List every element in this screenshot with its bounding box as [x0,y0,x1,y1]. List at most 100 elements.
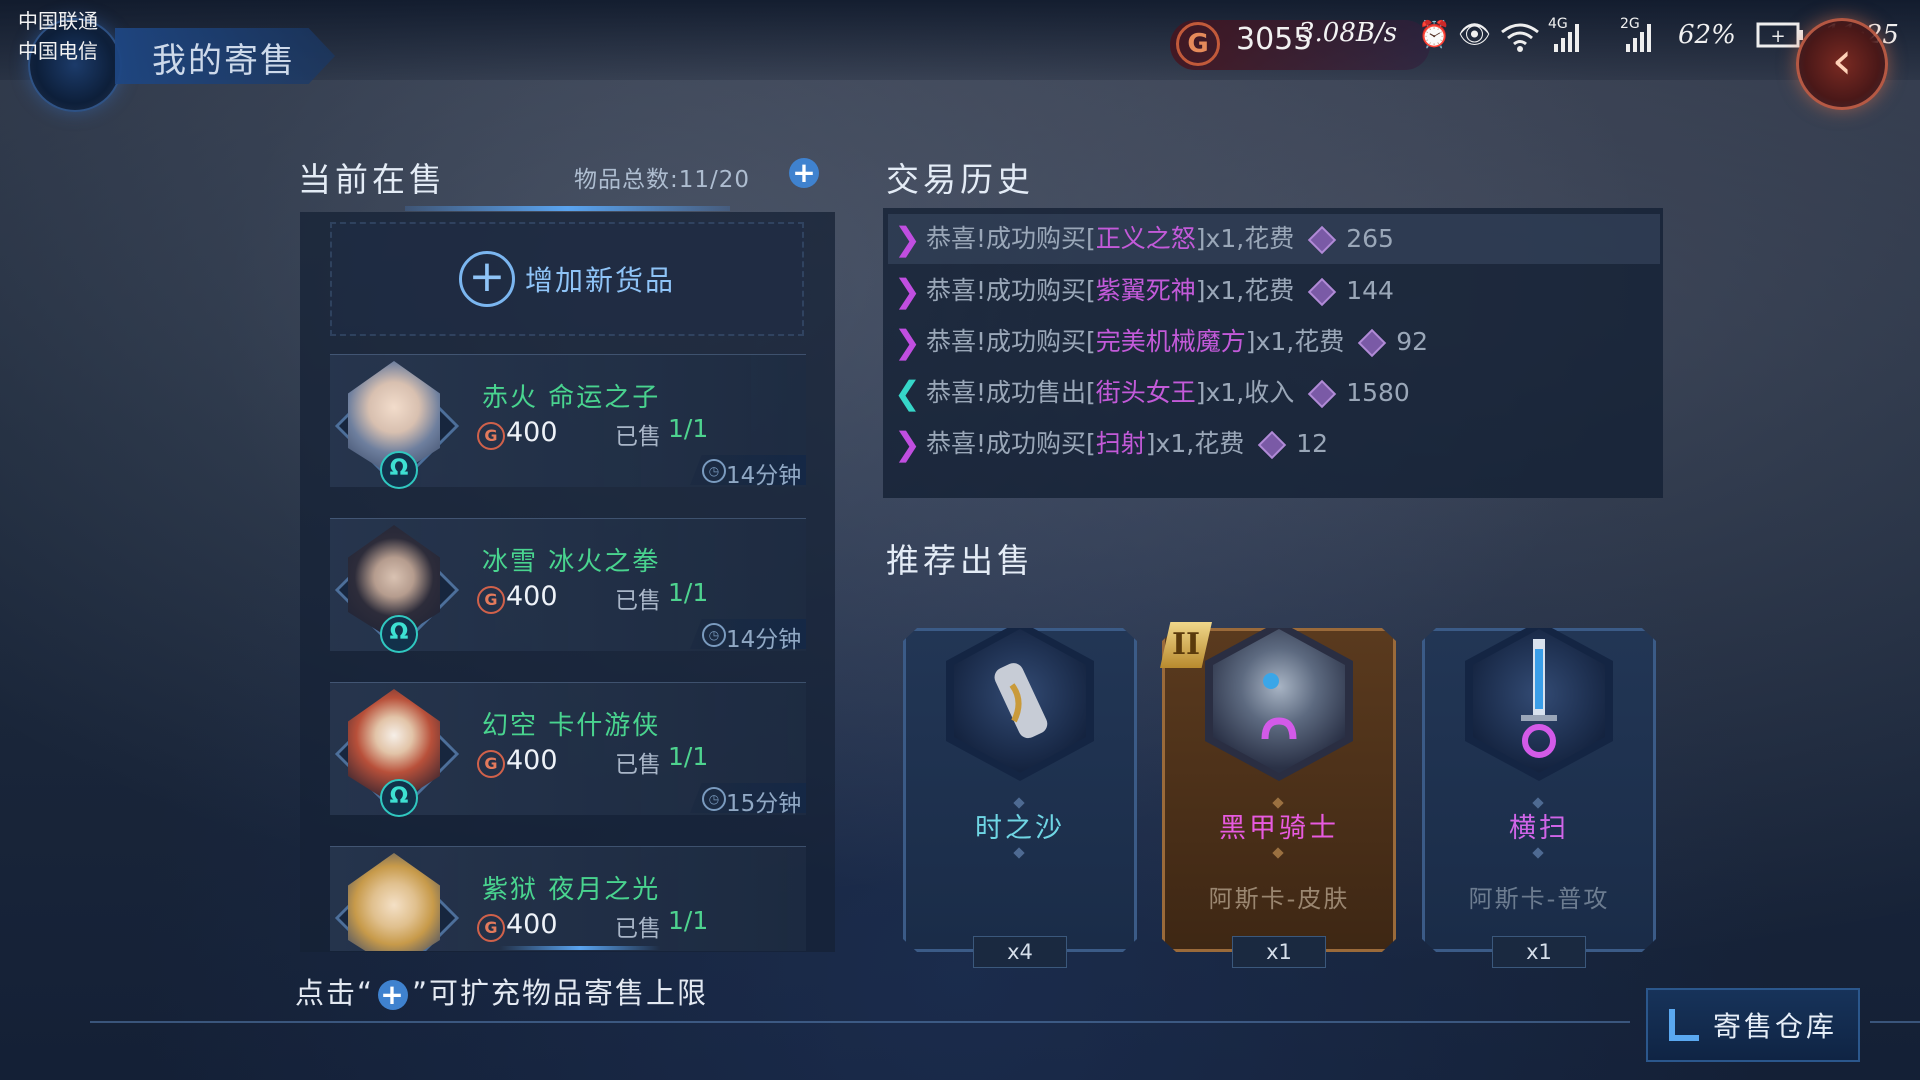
warehouse-label: 寄售仓库 [1712,1010,1837,1043]
sword-icon [1473,629,1605,773]
history-amount: 265 [1346,224,1394,253]
clock-icon: ◷ [702,459,726,483]
gold-coin-icon: G [477,422,505,450]
hint-suffix: ”可扩充物品寄售上限 [412,976,709,1010]
svg-text:+: + [1770,26,1785,47]
divider-dot [1013,847,1025,859]
sold-value: 1/1 [668,742,709,771]
history-prefix: 恭喜!成功购买[ [926,429,1096,458]
hero-portrait-purple-prison [348,853,440,951]
recommended-item-count: x1 [1232,936,1326,968]
listing-item[interactable]: Ω 幻空 卡什游侠 G 400 已售 1/1 ◷ 15分钟 [330,682,806,817]
listing-price: 400 [506,745,558,776]
history-item: 完美机械魔方 [1095,327,1246,356]
clock-icon: ◷ [702,623,726,647]
diamond-currency-icon [1358,328,1387,358]
divider-dot [1272,847,1284,859]
sold-value: 1/1 [668,906,709,935]
eye-icon: 👁 [1458,20,1492,50]
history-suffix: ]x1,花费 [1145,429,1245,458]
listing-time: 14分钟 [726,463,802,489]
history-prefix: 恭喜!成功购买[ [926,224,1096,253]
sold-label: 已售 [615,588,661,614]
gold-coin-icon: G [477,914,505,942]
listing-name: 赤火 命运之子 [482,383,661,413]
history-suffix: ]x1,收入 [1195,378,1295,407]
carrier-1: 中国联通 [18,9,98,33]
history-amount: 92 [1396,327,1429,356]
gold-coin-icon: G [1176,22,1220,66]
recommended-card-black-knight[interactable]: 黑甲骑士 阿斯卡-皮肤 [1162,628,1396,952]
listing-item[interactable]: Ω 赤火 命运之子 G 400 已售 1/1 ◷ 14分钟 [330,354,806,489]
diamond-currency-icon [1308,277,1337,307]
listing-item[interactable]: 紫狱 夜月之光 G 400 已售 1/1 [330,846,806,951]
item-hex-frame [1465,628,1613,781]
history-amount: 144 [1346,276,1394,305]
history-row: ❯ 恭喜!成功购买[扫射]x1,花费 12 [888,419,1660,469]
expand-limit-plus-button[interactable]: + [789,158,819,188]
carrier-2: 中国电信 [18,39,98,63]
history-amount: 12 [1296,429,1329,458]
buy-arrow-icon: ❯ [894,425,921,463]
history-suffix: ]x1,花费 [1245,327,1345,356]
add-new-item-button[interactable]: + 增加新货品 [330,222,804,336]
wifi-icon [1500,20,1540,54]
listing-price: 400 [506,417,558,448]
listing-time: 14分钟 [726,627,802,653]
recommended-item-subtitle: 阿斯卡-皮肤 [1208,885,1350,913]
history-item: 正义之怒 [1095,224,1196,253]
expand-hint: 点击“ + ”可扩充物品寄售上限 [295,970,708,1012]
recommended-item-name: 时之沙 [975,813,1065,844]
skin-badge-icon: Ω [380,615,418,653]
history-item: 街头女王 [1095,378,1196,407]
history-prefix: 恭喜!成功购买[ [926,276,1096,305]
recommended-item-name: 黑甲骑士 [1219,813,1339,844]
hint-prefix: 点击“ [295,976,375,1010]
signal-2-icon [1624,20,1654,54]
back-button[interactable]: ‹ [1796,18,1888,110]
diamond-currency-icon [1258,430,1287,460]
gold-coin-icon: G [477,586,505,614]
listing-item[interactable]: Ω 冰雪 冰火之拳 G 400 已售 1/1 ◷ 14分钟 [330,518,806,653]
chevron-left-icon: ‹ [1831,31,1853,91]
recommended-card-sweep[interactable]: 横扫 阿斯卡-普攻 [1422,628,1656,952]
sold-value: 1/1 [668,414,709,443]
recommended-item-name: 横扫 [1509,813,1569,844]
battery-percent: 62% [1678,20,1736,50]
divider-dot [1532,847,1544,859]
armored-knight-portrait [1213,629,1345,773]
recommended-sale-title: 推荐出售 [886,541,1034,580]
history-amount: 1580 [1346,378,1410,407]
carrier-info: 中国联通 中国电信 [18,6,128,66]
sold-label: 已售 [615,424,661,450]
consignment-warehouse-button[interactable]: 寄售仓库 [1646,988,1860,1062]
history-suffix: ]x1,花费 [1195,276,1295,305]
recommended-item-count: x1 [1492,936,1586,968]
diamond-currency-icon [1308,379,1337,409]
skin-badge-icon: Ω [380,451,418,489]
history-prefix: 恭喜!成功购买[ [926,327,1096,356]
plus-circle-icon: + [378,980,409,1010]
history-row: ❯ 恭喜!成功购买[紫翼死神]x1,花费 144 [888,266,1660,316]
tab-underline [405,206,730,211]
buy-arrow-icon: ❯ [894,323,921,361]
listing-price: 400 [506,909,558,940]
sold-label: 已售 [615,752,661,778]
trade-history-title: 交易历史 [886,160,1034,199]
clock-icon: ◷ [702,787,726,811]
gold-coin-icon: G [477,750,505,778]
listing-name: 紫狱 夜月之光 [482,875,661,905]
sold-label: 已售 [615,916,661,942]
history-suffix: ]x1,花费 [1195,224,1295,253]
recommended-card-time-sand[interactable]: 时之沙 [903,628,1137,952]
page-title: 我的寄售 [152,41,296,81]
listing-time: 15分钟 [726,791,802,817]
footer-divider [90,1021,1630,1023]
buy-arrow-icon: ❯ [894,220,921,258]
skin-badge-icon: Ω [380,779,418,817]
footer-divider [1870,1021,1920,1023]
scroll-indicator [500,946,660,950]
listing-name: 幻空 卡什游侠 [482,711,661,741]
recommended-item-subtitle: 阿斯卡-普攻 [1468,885,1610,913]
history-item: 紫翼死神 [1095,276,1196,305]
